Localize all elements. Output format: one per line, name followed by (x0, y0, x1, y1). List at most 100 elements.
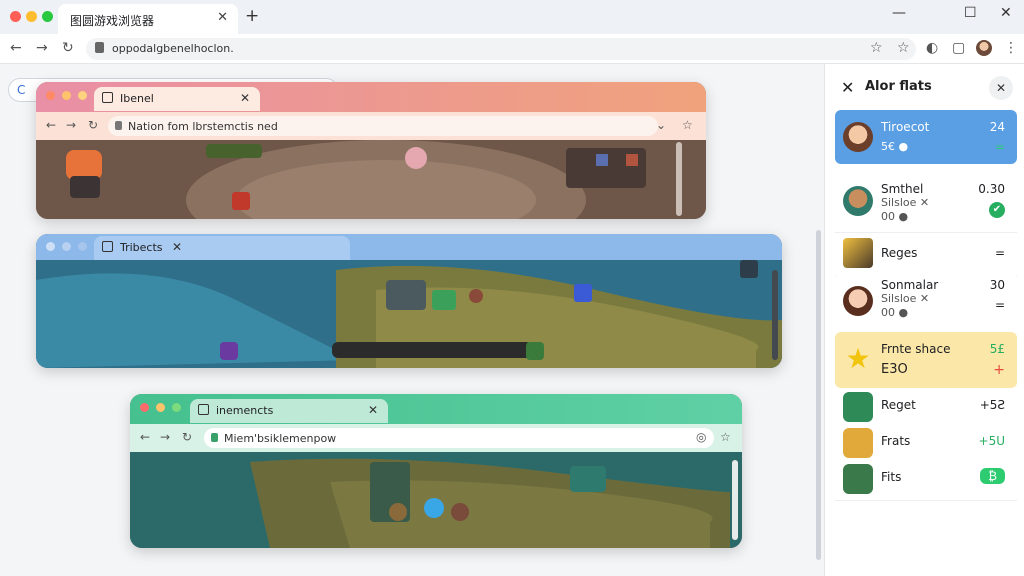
window-1-back-icon[interactable]: ← (46, 118, 56, 132)
tab-active[interactable]: 图圆游戏浏览器 ✕ (58, 4, 238, 34)
window-1-min-dot[interactable] (62, 91, 71, 100)
item-name: Reget (881, 398, 916, 412)
window-3-url: Miem'bsiklemenpow (224, 432, 337, 445)
window-1-forward-icon[interactable]: → (66, 118, 76, 132)
list-item[interactable]: ★ Frnte shace E3O 5£ + (835, 332, 1017, 388)
window-1-address-bar[interactable]: Nation fom lbrstemctis ned (108, 116, 658, 136)
sidebar-toggle-icon[interactable]: ▢ (952, 40, 965, 56)
window-1-chevron-down-icon[interactable]: ⌄ (656, 118, 666, 132)
window-3-settings-icon[interactable]: ◎ (696, 430, 706, 444)
window-1-max-dot[interactable] (78, 91, 87, 100)
item-value: 0.30 (978, 182, 1005, 196)
page-scrollbar[interactable] (816, 230, 821, 560)
window-1-tab-close-icon[interactable]: ✕ (240, 91, 250, 105)
list-item[interactable]: Sonmalar Silsloe ✕ 00 ● 30 = (835, 274, 1017, 330)
star-icon: ★ (845, 342, 871, 375)
check-icon: ✔ (989, 202, 1005, 218)
window-3-toolbar: ← → ↻ Miem'bsiklemenpow ◎ ☆ (130, 424, 742, 452)
lion-icon (843, 428, 873, 458)
window-1-close-dot[interactable] (46, 91, 55, 100)
item-name: Frnte shace (881, 342, 951, 356)
window-1-lock-icon (115, 121, 122, 130)
minimize-button[interactable]: — (892, 5, 906, 21)
list-item[interactable]: Fits ₿ (835, 462, 1017, 496)
window-1-game-scene (36, 140, 706, 219)
window-3-min-dot[interactable] (156, 403, 165, 412)
window-1-tab[interactable]: Ibenel ✕ (94, 87, 260, 111)
profile-avatar[interactable] (976, 40, 992, 56)
tab-close-icon[interactable]: ✕ (217, 10, 228, 25)
forward-icon[interactable]: → (36, 40, 48, 56)
window-3-back-icon[interactable]: ← (140, 430, 150, 444)
window-2-close-dot[interactable] (46, 242, 55, 251)
lock-icon (95, 42, 104, 53)
window-3-reload-icon[interactable]: ↻ (182, 430, 192, 444)
window-2-min-dot[interactable] (62, 242, 71, 251)
page-icon (198, 404, 209, 415)
window-2-titlebar: Tribects ✕ (36, 234, 782, 260)
window-3-tab[interactable]: inemencts ✕ (190, 399, 388, 423)
page-icon (102, 241, 113, 252)
divider (835, 232, 1017, 233)
side-panel: ✕ Alor flats ✕ Tiroecot 5€ ● 24 = Smthel… (824, 64, 1024, 576)
window-2-max-dot[interactable] (78, 242, 87, 251)
window-1-titlebar: Ibenel ✕ (36, 82, 706, 112)
list-item[interactable]: Frats +5U (835, 426, 1017, 460)
window-3-titlebar: inemencts ✕ (130, 394, 742, 424)
menu-icon[interactable]: ⋮ (1004, 40, 1018, 56)
item-name: Reges (881, 246, 918, 260)
tab-strip: 图圆游戏浏览器 ✕ + — ☐ ✕ (0, 0, 1024, 34)
window-3-address-bar[interactable]: Miem'bsiklemenpow (204, 428, 714, 448)
item-sub-2: 00 ● (881, 306, 909, 319)
avatar (843, 286, 873, 316)
reload-icon[interactable]: ↻ (62, 40, 74, 56)
panel-dismiss-button[interactable]: ✕ (989, 76, 1013, 100)
window-2-game-scene (36, 260, 782, 368)
window-3-star-icon[interactable]: ☆ (720, 430, 731, 444)
item-value: ₿ (980, 468, 1005, 484)
item-sub: 5€ ● (881, 140, 909, 153)
window-3-close-dot[interactable] (140, 403, 149, 412)
game-window-2[interactable]: Tribects ✕ (36, 234, 782, 368)
window-3-forward-icon[interactable]: → (160, 430, 170, 444)
address-bar[interactable]: oppodalgbenelhoclon. (86, 38, 916, 60)
close-button[interactable]: ✕ (1000, 5, 1012, 21)
window-3-tab-close-icon[interactable]: ✕ (368, 403, 378, 417)
item-indicator: = (994, 140, 1005, 154)
close-window-dot[interactable] (10, 11, 21, 22)
minimize-window-dot[interactable] (26, 11, 37, 22)
divider (835, 500, 1017, 501)
bookmark-icon[interactable]: ☆ (870, 40, 883, 56)
toolbar: ← → ↻ oppodalgbenelhoclon. ☆ (0, 34, 1024, 64)
item-value: 24 (989, 120, 1005, 134)
window-3-max-dot[interactable] (172, 403, 181, 412)
window-1-star-icon[interactable]: ☆ (682, 118, 693, 132)
maximize-button[interactable]: ☐ (964, 5, 977, 21)
back-icon[interactable]: ← (10, 40, 22, 56)
extension-icon[interactable]: ◐ (926, 40, 938, 56)
window-1-toolbar: ← → ↻ Nation fom lbrstemctis ned ⌄ ☆ (36, 112, 706, 140)
item-sub: Silsloe ✕ (881, 292, 930, 305)
game-window-1[interactable]: Ibenel ✕ ← → ↻ Nation fom lbrstemctis ne… (36, 82, 706, 219)
item-value: 30 (989, 278, 1005, 292)
game-window-3[interactable]: inemencts ✕ ← → ↻ Miem'bsiklemenpow ◎ ☆ (130, 394, 742, 548)
star-icon[interactable]: ☆ (897, 40, 910, 56)
list-item[interactable]: Smthel Silsloe ✕ 00 ● 0.30 ✔ (835, 174, 1017, 230)
window-3-lock-icon (211, 433, 218, 442)
window-2-tab[interactable]: Tribects ✕ (94, 236, 350, 260)
item-value: +5Ƨ (979, 398, 1005, 412)
item-name: Smthel (881, 182, 924, 196)
item-sub-2: 00 ● (881, 210, 909, 223)
list-item[interactable]: Tiroecot 5€ ● 24 = (835, 110, 1017, 164)
window-1-url: Nation fom lbrstemctis ned (128, 120, 278, 133)
window-2-tab-close-icon[interactable]: ✕ (172, 240, 182, 254)
window-1-reload-icon[interactable]: ↻ (88, 118, 98, 132)
panel-close-icon[interactable]: ✕ (841, 78, 854, 97)
list-item[interactable]: Reget +5Ƨ (835, 390, 1017, 424)
add-icon[interactable]: + (993, 362, 1005, 378)
new-tab-button[interactable]: + (245, 6, 259, 26)
page-icon (102, 92, 113, 103)
list-item[interactable]: Reges = (835, 234, 1017, 274)
avatar (843, 122, 873, 152)
maximize-window-dot[interactable] (42, 11, 53, 22)
